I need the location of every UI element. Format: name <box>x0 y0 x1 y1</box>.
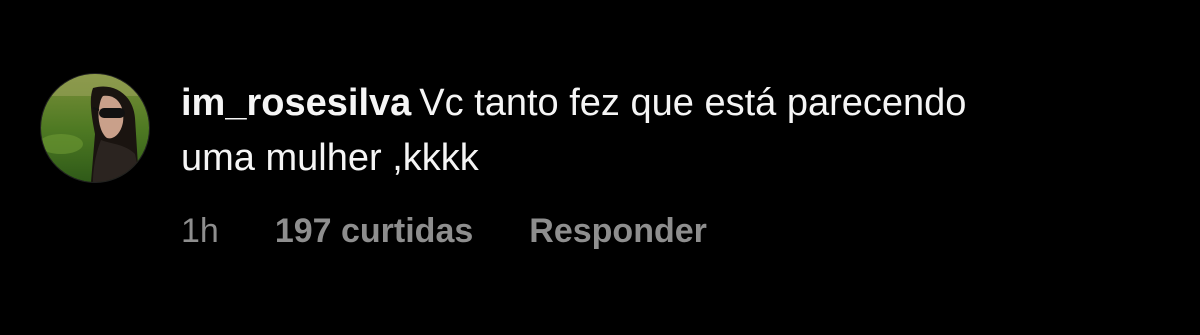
comment-timestamp: 1h <box>181 212 219 250</box>
avatar-photo-icon <box>41 74 149 182</box>
comment-body: im_rosesilva Vc tanto fez que está parece… <box>181 76 1181 186</box>
likes-count-button[interactable]: 197 curtidas <box>275 208 473 254</box>
comment-text-line2: uma mulher ,kkkk <box>181 137 479 179</box>
reply-button[interactable]: Responder <box>529 208 707 254</box>
comment-meta: 1h 197 curtidas Responder <box>181 208 707 254</box>
comment: im_rosesilva Vc tanto fez que está parece… <box>0 0 1200 335</box>
user-avatar[interactable] <box>40 73 150 183</box>
comment-text-line1: Vc tanto fez que está parecendo <box>419 82 967 124</box>
username-link[interactable]: im_rosesilva <box>181 82 411 124</box>
